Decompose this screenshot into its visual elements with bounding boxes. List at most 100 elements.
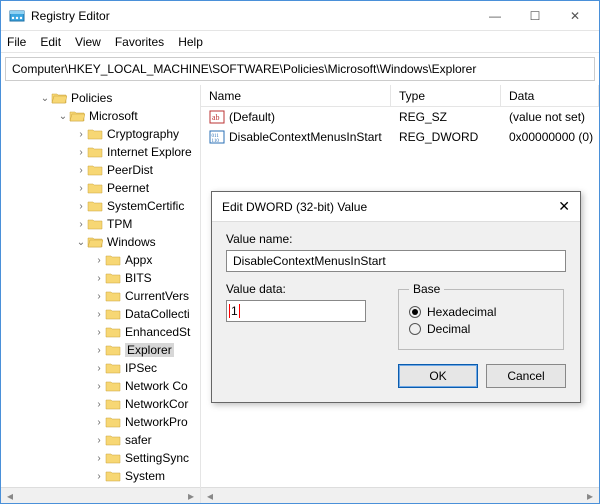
value-name-field[interactable] bbox=[226, 250, 566, 272]
tree-item-label: IPSec bbox=[125, 361, 157, 375]
value-data-field[interactable]: 1 bbox=[226, 300, 366, 322]
tree-item-label: Network Co bbox=[125, 379, 188, 393]
col-data[interactable]: Data bbox=[501, 85, 599, 106]
value-data: (value not set) bbox=[501, 110, 599, 124]
chevron-right-icon[interactable]: › bbox=[93, 273, 105, 284]
tree-item-ipsec[interactable]: › IPSec bbox=[1, 359, 200, 377]
tree-item-label: NetworkCor bbox=[125, 397, 188, 411]
chevron-right-icon[interactable]: › bbox=[75, 201, 87, 212]
chevron-right-icon[interactable]: › bbox=[93, 309, 105, 320]
dialog-close-button[interactable]: ✕ bbox=[558, 198, 570, 215]
chevron-down-icon[interactable]: ⌄ bbox=[57, 111, 69, 122]
tree-item-appx[interactable]: ›Appx bbox=[1, 251, 200, 269]
menu-view[interactable]: View bbox=[75, 35, 101, 49]
close-button[interactable]: ✕ bbox=[555, 2, 595, 30]
menu-favorites[interactable]: Favorites bbox=[115, 35, 164, 49]
col-name[interactable]: Name bbox=[201, 85, 391, 106]
chevron-right-icon[interactable]: › bbox=[75, 165, 87, 176]
radio-icon bbox=[409, 323, 421, 335]
scroll-left-icon[interactable]: ◂ bbox=[3, 489, 17, 503]
tree-item-internet-explore[interactable]: ›Internet Explore bbox=[1, 143, 200, 161]
tree-item-systemcertific[interactable]: ›SystemCertific bbox=[1, 197, 200, 215]
tree-item-label: CurrentVers bbox=[125, 289, 189, 303]
dialog-titlebar: Edit DWORD (32-bit) Value ✕ bbox=[212, 192, 580, 222]
base-legend: Base bbox=[409, 282, 444, 296]
value-data: 0x00000000 (0) bbox=[501, 130, 599, 144]
tree-item-bits[interactable]: › BITS bbox=[1, 269, 200, 287]
list-header: Name Type Data bbox=[201, 85, 599, 107]
tree-item-label: BITS bbox=[125, 271, 152, 285]
tree-item-currentvers[interactable]: › CurrentVers bbox=[1, 287, 200, 305]
tree-item-networkcor[interactable]: › NetworkCor bbox=[1, 395, 200, 413]
value-name: (Default) bbox=[229, 110, 275, 124]
value-icon: 011110 bbox=[209, 129, 225, 145]
radio-decimal[interactable]: Decimal bbox=[409, 322, 553, 336]
tree-item-peerdist[interactable]: ›PeerDist bbox=[1, 161, 200, 179]
scroll-right-icon[interactable]: ▸ bbox=[184, 489, 198, 503]
tree-item-datacollecti[interactable]: › DataCollecti bbox=[1, 305, 200, 323]
tree-item-policies[interactable]: ⌄Policies bbox=[1, 89, 200, 107]
tree-item-enhancedst[interactable]: › EnhancedSt bbox=[1, 323, 200, 341]
tree-item-system[interactable]: ›System bbox=[1, 467, 200, 485]
tree-item-settingsync[interactable]: ›SettingSync bbox=[1, 449, 200, 467]
folder-icon bbox=[105, 397, 121, 411]
address-bar[interactable]: Computer\HKEY_LOCAL_MACHINE\SOFTWARE\Pol… bbox=[5, 57, 595, 81]
tree-item-microsoft[interactable]: ⌄Microsoft bbox=[1, 107, 200, 125]
list-scrollbar[interactable]: ◂ ▸ bbox=[201, 487, 599, 503]
chevron-down-icon[interactable]: ⌄ bbox=[39, 93, 51, 104]
chevron-down-icon[interactable]: ⌄ bbox=[75, 237, 87, 248]
tree-item-cryptography[interactable]: ›Cryptography bbox=[1, 125, 200, 143]
menu-help[interactable]: Help bbox=[178, 35, 203, 49]
chevron-right-icon[interactable]: › bbox=[93, 255, 105, 266]
chevron-right-icon[interactable]: › bbox=[93, 363, 105, 374]
cancel-button[interactable]: Cancel bbox=[486, 364, 566, 388]
chevron-right-icon[interactable]: › bbox=[93, 435, 105, 446]
chevron-right-icon[interactable]: › bbox=[93, 327, 105, 338]
tree-item-explorer[interactable]: › Explorer bbox=[1, 341, 200, 359]
tree-item-label: Explorer bbox=[125, 343, 174, 357]
menubar: File Edit View Favorites Help bbox=[1, 31, 599, 53]
ok-button[interactable]: OK bbox=[398, 364, 478, 388]
folder-icon bbox=[87, 145, 103, 159]
chevron-right-icon[interactable]: › bbox=[93, 381, 105, 392]
radio-icon bbox=[409, 306, 421, 318]
chevron-right-icon[interactable]: › bbox=[93, 291, 105, 302]
folder-icon bbox=[105, 361, 121, 375]
folder-icon bbox=[105, 289, 121, 303]
chevron-right-icon[interactable]: › bbox=[93, 345, 105, 356]
tree-item-label: NetworkPro bbox=[125, 415, 188, 429]
tree-item-networkpro[interactable]: › NetworkPro bbox=[1, 413, 200, 431]
scroll-right-icon[interactable]: ▸ bbox=[583, 489, 597, 503]
chevron-right-icon[interactable]: › bbox=[93, 417, 105, 428]
minimize-button[interactable]: — bbox=[475, 2, 515, 30]
chevron-right-icon[interactable]: › bbox=[93, 399, 105, 410]
tree-item-tpm[interactable]: ›TPM bbox=[1, 215, 200, 233]
tree-item-windows[interactable]: ⌄Windows bbox=[1, 233, 200, 251]
scroll-left-icon[interactable]: ◂ bbox=[203, 489, 217, 503]
tree-item-label: EnhancedSt bbox=[125, 325, 190, 339]
menu-file[interactable]: File bbox=[7, 35, 26, 49]
tree-item-peernet[interactable]: ›Peernet bbox=[1, 179, 200, 197]
chevron-right-icon[interactable]: › bbox=[75, 147, 87, 158]
list-row[interactable]: 011110DisableContextMenusInStartREG_DWOR… bbox=[201, 127, 599, 147]
folder-icon bbox=[87, 217, 103, 231]
col-type[interactable]: Type bbox=[391, 85, 501, 106]
maximize-button[interactable]: ☐ bbox=[515, 2, 555, 30]
chevron-right-icon[interactable]: › bbox=[93, 471, 105, 482]
tree-item-label: DataCollecti bbox=[125, 307, 190, 321]
value-type: REG_DWORD bbox=[391, 130, 501, 144]
tree-item-network-co[interactable]: › Network Co bbox=[1, 377, 200, 395]
tree-pane[interactable]: ⌄Policies⌄Microsoft›Cryptography›Interne… bbox=[1, 85, 201, 503]
tree-scrollbar[interactable]: ◂ ▸ bbox=[1, 487, 200, 503]
list-row[interactable]: ab(Default)REG_SZ(value not set) bbox=[201, 107, 599, 127]
menu-edit[interactable]: Edit bbox=[40, 35, 61, 49]
chevron-right-icon[interactable]: › bbox=[93, 453, 105, 464]
chevron-right-icon[interactable]: › bbox=[75, 129, 87, 140]
chevron-right-icon[interactable]: › bbox=[75, 219, 87, 230]
base-group: Base Hexadecimal Decimal bbox=[398, 282, 564, 350]
tree-item-safer[interactable]: ›safer bbox=[1, 431, 200, 449]
address-text: Computer\HKEY_LOCAL_MACHINE\SOFTWARE\Pol… bbox=[12, 62, 476, 76]
radio-hexadecimal[interactable]: Hexadecimal bbox=[409, 305, 553, 319]
chevron-right-icon[interactable]: › bbox=[75, 183, 87, 194]
folder-icon bbox=[51, 91, 67, 105]
